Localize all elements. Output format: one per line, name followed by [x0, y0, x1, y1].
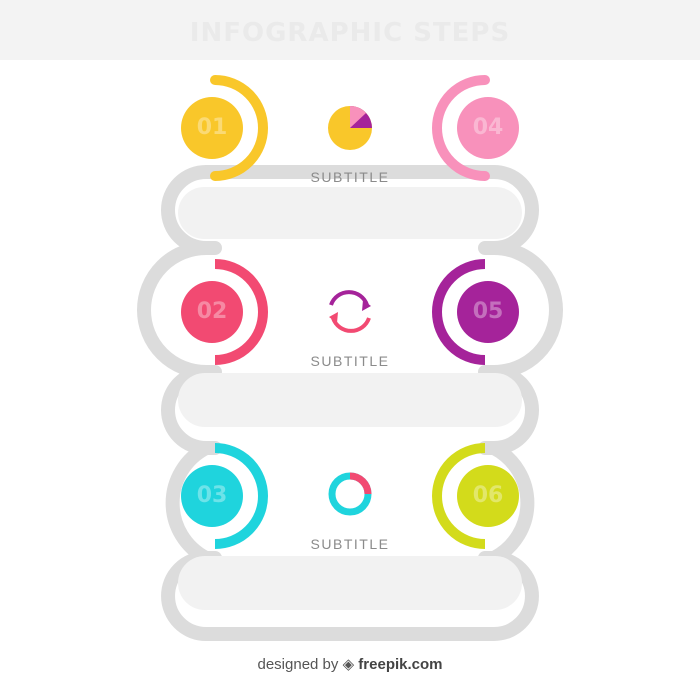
- pie-chart-icon: [328, 106, 372, 150]
- step-03-number: 03: [196, 483, 228, 508]
- row-1-subtitle: SUBTITLE: [310, 169, 390, 185]
- pill-box-1: [178, 187, 522, 239]
- row-3-subtitle: SUBTITLE: [310, 536, 390, 552]
- freepik-logo-icon: ◈: [342, 656, 355, 673]
- donut-ring-icon: [328, 472, 372, 516]
- step-05-number: 05: [472, 299, 504, 324]
- footer-prefix: designed by: [257, 656, 339, 673]
- step-06-number: 06: [472, 483, 504, 508]
- step-02-number: 02: [196, 299, 228, 324]
- step-01-number: 01: [196, 115, 228, 140]
- steps-diagram: [137, 75, 563, 641]
- refresh-cycle-icon: [329, 290, 371, 333]
- footer-credit: designed by ◈ freepik.com: [0, 655, 700, 673]
- pill-box-2: [178, 373, 522, 427]
- step-04-number: 04: [472, 115, 504, 140]
- footer-brand: freepik.com: [358, 656, 443, 673]
- row-2-subtitle: SUBTITLE: [310, 353, 390, 369]
- pill-box-3: [178, 556, 522, 610]
